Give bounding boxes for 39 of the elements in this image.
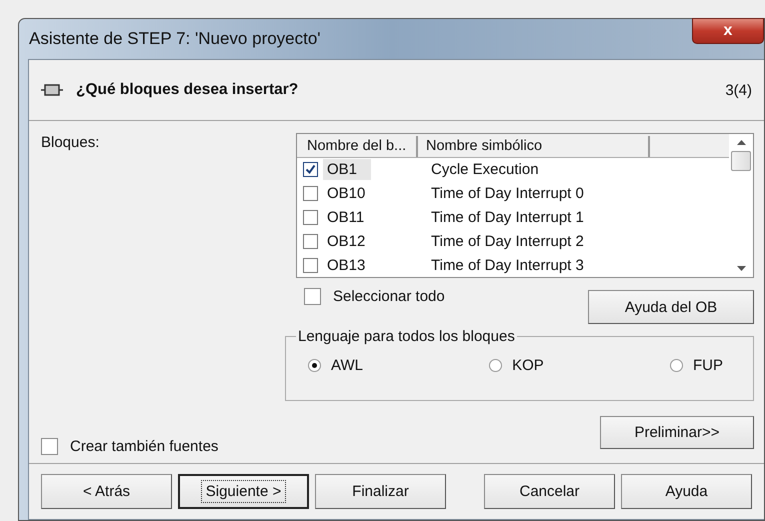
wizard-button[interactable]: Cancelar xyxy=(484,474,615,509)
create-sources-checkbox[interactable]: Crear también fuentes xyxy=(41,436,218,456)
language-radio[interactable]: AWL xyxy=(308,357,363,374)
wizard-button[interactable]: < Atrás xyxy=(41,474,172,509)
scrollbar-thumb[interactable] xyxy=(731,151,751,171)
block-name[interactable]: OB11 xyxy=(323,206,427,228)
scroll-up-icon[interactable] xyxy=(736,140,746,145)
language-radio[interactable]: FUP xyxy=(670,357,723,374)
window-title: Asistente de STEP 7: 'Nuevo proyecto' xyxy=(28,29,321,49)
preview-button[interactable]: Preliminar>> xyxy=(600,416,754,449)
select-all-checkbox[interactable]: Seleccionar todo xyxy=(304,286,445,306)
symbolic-name: Time of Day Interrupt 3 xyxy=(430,256,584,274)
wizard-button[interactable]: Finalizar xyxy=(315,474,446,509)
column-header[interactable]: Nombre simbólico xyxy=(418,136,650,157)
group-title: Lenguaje para todos los bloques xyxy=(297,328,516,345)
checkbox[interactable] xyxy=(303,234,318,249)
checkbox[interactable] xyxy=(303,210,318,225)
block-name[interactable]: OB10 xyxy=(323,182,427,204)
blocks-label: Bloques: xyxy=(41,134,100,153)
block-icon xyxy=(41,83,63,97)
column-header[interactable]: Nombre del b... xyxy=(299,136,418,157)
ob-help-button[interactable]: Ayuda del OB xyxy=(588,290,754,324)
checkbox[interactable] xyxy=(303,186,318,201)
scroll-down-icon[interactable] xyxy=(736,266,746,271)
block-name[interactable]: OB12 xyxy=(323,230,427,252)
block-name[interactable]: OB13 xyxy=(323,254,427,276)
checkbox[interactable] xyxy=(303,162,318,178)
close-button[interactable]: x xyxy=(692,18,764,44)
symbolic-name: Time of Day Interrupt 2 xyxy=(430,232,584,250)
symbolic-name: Cycle Execution xyxy=(430,161,539,178)
symbolic-name: Time of Day Interrupt 1 xyxy=(430,208,584,226)
checkbox[interactable] xyxy=(303,258,318,273)
symbolic-name: Time of Day Interrupt 0 xyxy=(430,184,584,202)
wizard-button[interactable]: Ayuda xyxy=(621,474,752,509)
step-counter: 3(4) xyxy=(725,82,752,98)
wizard-button[interactable]: Siguiente > xyxy=(178,474,309,509)
language-radio[interactable]: KOP xyxy=(489,357,544,374)
block-name[interactable]: OB1 xyxy=(323,159,371,180)
page-heading: ¿Qué bloques desea insertar? xyxy=(76,81,300,99)
